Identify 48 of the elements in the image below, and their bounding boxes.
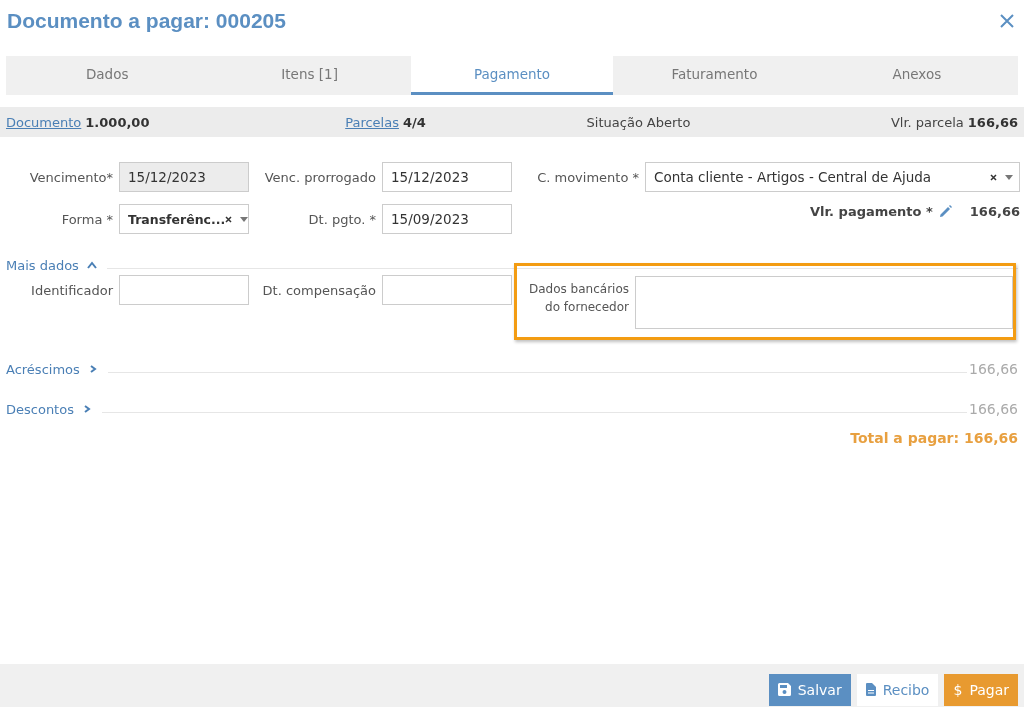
clear-icon[interactable] bbox=[990, 173, 997, 181]
summary-value: Aberto bbox=[646, 114, 691, 130]
date-field[interactable]: 15/12/2023 bbox=[382, 162, 512, 192]
caret-icon[interactable] bbox=[1005, 174, 1013, 180]
section-toggle[interactable]: Acréscimos bbox=[6, 361, 80, 377]
section-toggle[interactable]: Descontos bbox=[6, 401, 74, 417]
summary-value: 4/4 bbox=[402, 114, 426, 130]
section-amount: 166,66 bbox=[969, 401, 1018, 417]
summary-link[interactable]: Parcelas bbox=[345, 114, 399, 130]
field-label: Venc. prorrogado bbox=[263, 169, 376, 185]
tab[interactable]: Faturamento bbox=[613, 56, 816, 95]
summary-value: 1.000,00 bbox=[85, 114, 150, 130]
save-button[interactable]: Salvar bbox=[768, 673, 851, 706]
window-title: Documento a pagar: 000205 bbox=[7, 9, 286, 33]
chevron-up-icon[interactable] bbox=[86, 261, 97, 269]
select-value: Transferênc... bbox=[128, 211, 226, 227]
input-field[interactable] bbox=[119, 275, 249, 305]
tab[interactable]: Itens [1] bbox=[208, 56, 411, 95]
input-field[interactable] bbox=[382, 275, 512, 305]
section-toggle[interactable]: Mais dados bbox=[6, 257, 79, 273]
select-field[interactable]: Conta cliente - Artigos - Central de Ajuda bbox=[645, 162, 1020, 192]
pencil-icon[interactable] bbox=[938, 205, 952, 218]
date-field[interactable]: 15/09/2023 bbox=[382, 204, 512, 234]
field-label: Vlr. pagamento * bbox=[810, 204, 933, 219]
field-label: Dt. compensação bbox=[261, 283, 376, 298]
document-icon bbox=[865, 683, 876, 696]
clear-icon[interactable] bbox=[225, 215, 233, 223]
close-icon[interactable] bbox=[1000, 14, 1014, 28]
section-amount: 166,66 bbox=[969, 361, 1018, 377]
tab[interactable]: Dados bbox=[6, 56, 209, 95]
select-value: Conta cliente - Artigos - Central de Ajuda bbox=[654, 169, 932, 185]
field-label: Vencimento* bbox=[28, 169, 113, 185]
pay-button[interactable]: $ Pagar bbox=[944, 673, 1018, 706]
field-label: Identificador bbox=[30, 283, 113, 298]
field-label: Forma * bbox=[60, 211, 113, 227]
total-amount: Total a pagar: 166,66 bbox=[849, 429, 1019, 446]
payment-value: 166,66 bbox=[969, 204, 1020, 219]
field-label: Dados bancários do fornecedor bbox=[528, 281, 629, 316]
summary-label: Vlr. parcela bbox=[890, 114, 964, 130]
tab[interactable]: Anexos bbox=[815, 56, 1019, 95]
caret-icon[interactable] bbox=[240, 216, 249, 222]
summary-value: 166,66 bbox=[967, 114, 1018, 130]
field-label: Dt. pgto. * bbox=[307, 211, 376, 227]
receipt-button[interactable]: Recibo bbox=[856, 673, 939, 706]
select-field[interactable]: Transferênc... bbox=[119, 204, 249, 234]
summary-link[interactable]: Documento bbox=[6, 114, 82, 130]
field-label: C. movimento * bbox=[536, 169, 639, 185]
summary-label: Situação bbox=[586, 114, 643, 130]
